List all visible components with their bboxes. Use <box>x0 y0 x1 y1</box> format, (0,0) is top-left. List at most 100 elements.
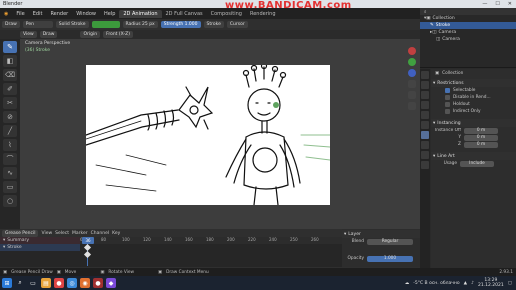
menu-render[interactable]: Render <box>46 11 72 17</box>
menu-select[interactable]: Select <box>55 231 69 236</box>
instancing-panel-header[interactable]: ▾ Instancing <box>431 119 516 127</box>
holdout-checkbox-row[interactable]: Holdout <box>431 101 516 108</box>
axis-y-icon[interactable] <box>408 58 416 66</box>
selectable-checkbox-row[interactable]: Selectable <box>431 87 516 94</box>
channel-summary[interactable]: ▾ Summary <box>0 237 80 244</box>
menu-file[interactable]: File <box>12 11 28 17</box>
menu-edit[interactable]: Edit <box>29 11 47 17</box>
object-dropdown[interactable]: Grease Pencil <box>2 229 39 237</box>
outliner-item-camera[interactable]: ▸◫ Camera <box>420 29 516 36</box>
clock[interactable]: 13:29 21.12.2021 <box>478 278 504 288</box>
stroke-mode-dropdown[interactable]: Solid Stroke <box>55 21 89 28</box>
camera-view-icon[interactable] <box>408 102 416 110</box>
scene-tab-icon[interactable] <box>421 111 429 119</box>
data-tab-icon[interactable] <box>421 161 429 169</box>
circle-tool-icon[interactable]: ○ <box>3 195 17 207</box>
tool-tab-icon[interactable] <box>421 71 429 79</box>
weather-text[interactable]: -5°C В осн. облачно <box>413 281 459 286</box>
menu-draw[interactable]: Draw <box>39 31 58 38</box>
disable-render-checkbox[interactable] <box>445 95 450 100</box>
pan-icon[interactable] <box>408 91 416 99</box>
brush-selector[interactable]: Pen <box>22 21 53 28</box>
object-tab-icon[interactable] <box>421 141 429 149</box>
usage-dropdown[interactable]: Include <box>460 160 494 167</box>
instance-offset-x-field[interactable]: 0 m <box>464 127 498 134</box>
line-tool-icon[interactable]: ╱ <box>3 125 17 137</box>
tab-compositing[interactable]: Compositing <box>207 10 246 18</box>
outliner-item-camera-data[interactable]: ◫ Camera <box>420 36 516 43</box>
frame-ruler[interactable]: 60 80 100 120 140 160 180 200 220 240 25… <box>80 237 342 244</box>
outliner-item-collection[interactable]: ▾▣ Collection <box>420 15 516 22</box>
axis-z-icon[interactable] <box>408 69 416 77</box>
instance-offset-y-field[interactable]: 0 m <box>464 134 498 141</box>
indirect-only-checkbox[interactable] <box>445 109 450 114</box>
indirect-only-checkbox-row[interactable]: Indirect Only <box>431 108 516 115</box>
channel-stroke[interactable]: ▾ Stroke <box>0 244 80 251</box>
viewport-3d[interactable]: Camera Perspective (36) Stroke <box>20 39 420 229</box>
menu-window[interactable]: Window <box>72 11 100 17</box>
opacity-field[interactable]: 1.000 <box>367 255 413 262</box>
origin-dropdown[interactable]: Origin <box>80 31 101 38</box>
world-tab-icon[interactable] <box>421 121 429 129</box>
tint-tool-icon[interactable]: ✐ <box>3 83 17 95</box>
arc-tool-icon[interactable]: ⌒ <box>3 153 17 165</box>
color-swatch[interactable] <box>91 21 120 28</box>
app-icon[interactable]: ● <box>54 278 64 288</box>
search-icon[interactable]: ⌕ <box>15 278 25 288</box>
zoom-icon[interactable] <box>408 80 416 88</box>
notifications-icon[interactable]: ▢ <box>508 281 512 286</box>
close-icon[interactable]: ✕ <box>508 1 512 7</box>
holdout-checkbox[interactable] <box>445 102 450 107</box>
blend-dropdown[interactable]: Regular <box>367 238 413 245</box>
menu-marker[interactable]: Marker <box>72 231 88 236</box>
axis-dropdown[interactable]: Front (X-Z) <box>103 31 133 38</box>
app2-icon[interactable]: ◆ <box>106 278 116 288</box>
blender-logo-icon[interactable]: ◉ <box>0 11 12 17</box>
curve-tool-icon[interactable]: ∿ <box>3 167 17 179</box>
drawing-canvas[interactable] <box>85 62 331 206</box>
tab-rendering[interactable]: Rendering <box>246 10 280 18</box>
menu-view[interactable]: View <box>41 231 52 236</box>
menu-help[interactable]: Help <box>100 11 119 17</box>
collection-tab-icon[interactable] <box>421 131 429 139</box>
instance-offset-z-field[interactable]: 0 m <box>464 141 498 148</box>
tab-2d-animation[interactable]: 2D Animation <box>119 9 162 18</box>
task-view-icon[interactable]: ▭ <box>28 278 38 288</box>
keyframe-marker[interactable] <box>83 250 92 259</box>
search-icon[interactable]: ⌕ <box>424 9 427 15</box>
render-tab-icon[interactable] <box>421 81 429 89</box>
network-icon[interactable]: ▲ <box>464 281 467 286</box>
start-icon[interactable]: ⊞ <box>2 278 12 288</box>
fill-tool-icon[interactable]: ◧ <box>3 55 17 67</box>
box-tool-icon[interactable]: ▭ <box>3 181 17 193</box>
tab-2d-full-canvas[interactable]: 2D Full Canvas <box>162 10 207 18</box>
radius-field[interactable]: Radius 25 px <box>122 21 158 28</box>
stroke-dropdown[interactable]: Stroke <box>203 21 224 28</box>
selectable-checkbox[interactable] <box>445 88 450 93</box>
outliner-item-stroke[interactable]: ✎ Stroke <box>420 22 516 29</box>
blender-taskbar-icon[interactable]: ◉ <box>80 278 90 288</box>
draw-tool-icon[interactable]: ✎ <box>3 41 17 53</box>
modifier-tab-icon[interactable] <box>421 151 429 159</box>
restrictions-panel-header[interactable]: ▾ Restrictions <box>431 79 516 87</box>
mode-dropdown[interactable]: Draw <box>2 21 20 28</box>
axis-x-icon[interactable] <box>408 47 416 55</box>
line-art-panel-header[interactable]: ▾ Line Art <box>431 152 516 160</box>
cursor-dropdown[interactable]: Cursor <box>226 21 248 28</box>
polyline-tool-icon[interactable]: ⌇ <box>3 139 17 151</box>
disable-render-checkbox-row[interactable]: Disable in Rend... <box>431 94 516 101</box>
layer-panel-header[interactable]: ▾ Layer <box>342 230 420 238</box>
minimize-icon[interactable]: — <box>482 1 487 7</box>
browser-icon[interactable]: ◎ <box>67 278 77 288</box>
view-layer-tab-icon[interactable] <box>421 101 429 109</box>
menu-view[interactable]: View <box>20 31 37 38</box>
eyedropper-tool-icon[interactable]: ⊘ <box>3 111 17 123</box>
menu-key[interactable]: Key <box>112 231 120 236</box>
volume-icon[interactable]: ♪ <box>471 281 474 286</box>
maximize-icon[interactable]: ☐ <box>495 1 499 7</box>
current-frame-indicator[interactable]: 36 <box>82 237 94 244</box>
explorer-icon[interactable]: ▤ <box>41 278 51 288</box>
erase-tool-icon[interactable]: ⌫ <box>3 69 17 81</box>
bandicam-taskbar-icon[interactable]: ● <box>93 278 103 288</box>
menu-channel[interactable]: Channel <box>91 231 109 236</box>
